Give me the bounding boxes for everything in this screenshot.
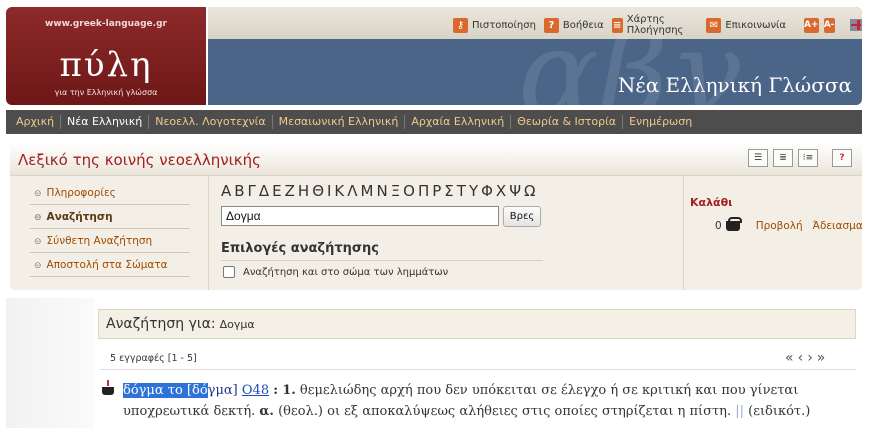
results-query: Δογμα bbox=[219, 318, 255, 331]
help-icon: ? bbox=[543, 17, 559, 33]
search-body-label: Αναζήτηση και στο σώμα των λημμάτων bbox=[243, 266, 449, 278]
headword-rest: γμα] bbox=[207, 383, 238, 398]
left-margin bbox=[6, 298, 94, 428]
toplink-label: Επικοινωνία bbox=[725, 19, 786, 31]
cart-clear-link[interactable]: Άδειασμα bbox=[813, 220, 863, 232]
entry-code-link[interactable]: Ο48 bbox=[242, 383, 269, 398]
header-banner: αβγ Νέα Ελληνική Γλώσσα ⚷ Πιστοποίηση ? … bbox=[208, 7, 862, 105]
sidebar-item-label: Σύνθετη Αναζήτηση bbox=[46, 235, 153, 247]
first-page-icon[interactable]: « bbox=[785, 350, 798, 366]
results-label: Αναζήτηση για: bbox=[106, 316, 216, 332]
english-flag-icon[interactable] bbox=[849, 19, 862, 31]
font-decrease-button[interactable]: A- bbox=[823, 17, 835, 33]
sidebar-item-search[interactable]: ⊖ Αναζήτηση bbox=[30, 205, 190, 229]
search-area: ΑΒΓΔΕΖΗΘΙΚΛΜΝΞΟΠΡΣΤΥΦΧΨΩ Βρες Επιλογές α… bbox=[208, 176, 684, 290]
definition-line-2b: (θεολ.) οι εξ αποκαλύψεως αλήθειες στις … bbox=[278, 404, 732, 419]
main-nav: Αρχική Νέα Ελληνική Νεοελλ. Λογοτεχνία Μ… bbox=[6, 110, 862, 134]
search-body-option[interactable]: Αναζήτηση και στο σώμα των λημμάτων bbox=[223, 266, 448, 278]
headword-highlight: δόγμα το [δό bbox=[123, 383, 208, 398]
nav-item-literature[interactable]: Νεοελλ. Λογοτεχνία bbox=[155, 115, 273, 129]
result-entry: δόγμα το [δόγμα] Ο48 : 1. θεμελιώδης αρχ… bbox=[123, 380, 858, 422]
toplink-label: Βοήθεια bbox=[562, 19, 604, 31]
sidebar-item-label: Αναζήτηση bbox=[46, 211, 113, 223]
nav-item-home[interactable]: Αρχική bbox=[16, 115, 62, 129]
view-tree-icon[interactable]: ⁝≡ bbox=[798, 149, 818, 167]
nav-item-modern-greek[interactable]: Νέα Ελληνική bbox=[67, 115, 150, 129]
bullet-icon: ⊖ bbox=[34, 261, 42, 271]
bullet-icon: ⊖ bbox=[34, 213, 42, 223]
pager: «‹›» bbox=[785, 350, 829, 366]
logo-text: πύλη bbox=[59, 45, 153, 85]
add-to-cart-icon[interactable] bbox=[101, 380, 115, 398]
results-header: Αναζήτηση για: Δογμα bbox=[98, 309, 856, 339]
subsense-label: α. bbox=[259, 404, 274, 419]
toplink-certification[interactable]: ⚷ Πιστοποίηση bbox=[453, 17, 536, 33]
last-page-icon[interactable]: » bbox=[817, 350, 830, 366]
cart-row: 0 Προβολή Άδειασμα bbox=[715, 217, 869, 232]
banner-title: Νέα Ελληνική Γλώσσα bbox=[617, 73, 852, 97]
bullet-icon: ⊖ bbox=[34, 189, 42, 199]
toplink-label: Χάρτης Πλοήγησης bbox=[626, 14, 684, 36]
nav-item-medieval[interactable]: Μεσαιωνική Ελληνική bbox=[279, 115, 406, 129]
toplink-contact[interactable]: ✉ Επικοινωνία bbox=[706, 17, 786, 33]
sidebar-item-info[interactable]: ⊖ Πληροφορίες bbox=[30, 181, 190, 205]
toplink-label: Πιστοποίηση bbox=[472, 19, 536, 31]
sidebar-item-send-to-corpora[interactable]: ⊖ Αποστολή στα Σώματα bbox=[30, 253, 190, 277]
sidebar-item-advanced-search[interactable]: ⊖ Σύνθετη Αναζήτηση bbox=[30, 229, 190, 253]
search-button[interactable]: Βρες bbox=[503, 206, 541, 227]
search-input[interactable] bbox=[221, 206, 499, 226]
divider bbox=[100, 369, 856, 370]
entry-colon: : bbox=[273, 383, 279, 398]
bullet-icon: ⊖ bbox=[34, 237, 42, 247]
prev-page-icon[interactable]: ‹ bbox=[798, 350, 808, 366]
alphabet-index[interactable]: ΑΒΓΔΕΖΗΘΙΚΛΜΝΞΟΠΡΣΤΥΦΧΨΩ bbox=[221, 182, 538, 200]
dictionary-panel: Λεξικό της κοινής νεοελληνικής ☰ ≣ ⁝≡ ? … bbox=[10, 143, 863, 290]
sitemap-icon: ≡ bbox=[611, 17, 623, 33]
view-list-icon[interactable]: ☰ bbox=[748, 149, 768, 167]
logo-subtitle: για την Ελληνική γλώσσα bbox=[54, 88, 158, 97]
sidebar: ⊖ Πληροφορίες ⊖ Αναζήτηση ⊖ Σύνθετη Αναζήτη… bbox=[30, 181, 190, 277]
site-logo[interactable]: www.greek-language.gr πύλη για την Ελλην… bbox=[6, 7, 206, 105]
definition-line-2a: υποχρεωτικά δεκτή. bbox=[123, 404, 256, 419]
toplink-help[interactable]: ? Βοήθεια bbox=[543, 17, 604, 33]
help-button[interactable]: ? bbox=[832, 149, 852, 167]
results-count: 5 εγγραφές [1 - 5] bbox=[110, 353, 197, 364]
sense-separator: || bbox=[735, 404, 744, 419]
nav-item-ancient[interactable]: Αρχαία Ελληνική bbox=[411, 115, 512, 129]
search-body-checkbox[interactable] bbox=[223, 266, 235, 278]
top-links: ⚷ Πιστοποίηση ? Βοήθεια ≡ Χάρτης Πλοήγησ… bbox=[453, 14, 862, 36]
view-text-icon[interactable]: ≣ bbox=[773, 149, 793, 167]
page-title: Λεξικό της κοινής νεοελληνικής bbox=[18, 151, 261, 169]
view-buttons: ☰ ≣ ⁝≡ ? bbox=[743, 149, 852, 167]
definition-line-1: θεμελιώδης αρχή που δεν υπόκειται σε έλε… bbox=[299, 383, 799, 398]
toplink-sitemap[interactable]: ≡ Χάρτης Πλοήγησης bbox=[611, 14, 699, 36]
cart-count: 0 bbox=[715, 220, 722, 232]
key-icon: ⚷ bbox=[453, 17, 468, 33]
font-increase-button[interactable]: A+ bbox=[804, 17, 819, 33]
cart-title: Καλάθι bbox=[690, 196, 733, 209]
sidebar-item-label: Αποστολή στα Σώματα bbox=[46, 259, 168, 271]
sidebar-item-label: Πληροφορίες bbox=[46, 187, 116, 199]
nav-item-theory[interactable]: Θεωρία & Ιστορία bbox=[517, 115, 624, 129]
panel-header: Λεξικό της κοινής νεοελληνικής ☰ ≣ ⁝≡ ? bbox=[10, 143, 862, 176]
basket-icon bbox=[725, 217, 742, 231]
envelope-icon: ✉ bbox=[706, 17, 722, 33]
sense-number: 1. bbox=[282, 383, 296, 398]
site-url: www.greek-language.gr bbox=[45, 19, 167, 29]
next-page-icon[interactable]: › bbox=[807, 350, 817, 366]
results-title: Αναζήτηση για: Δογμα bbox=[106, 316, 255, 332]
cart-view-link[interactable]: Προβολή bbox=[756, 220, 803, 232]
search-options-title: Επιλογές αναζήτησης bbox=[221, 241, 543, 261]
nav-item-news[interactable]: Ενημέρωση bbox=[629, 115, 698, 129]
definition-line-2c: (ειδικότ.) bbox=[748, 404, 811, 419]
